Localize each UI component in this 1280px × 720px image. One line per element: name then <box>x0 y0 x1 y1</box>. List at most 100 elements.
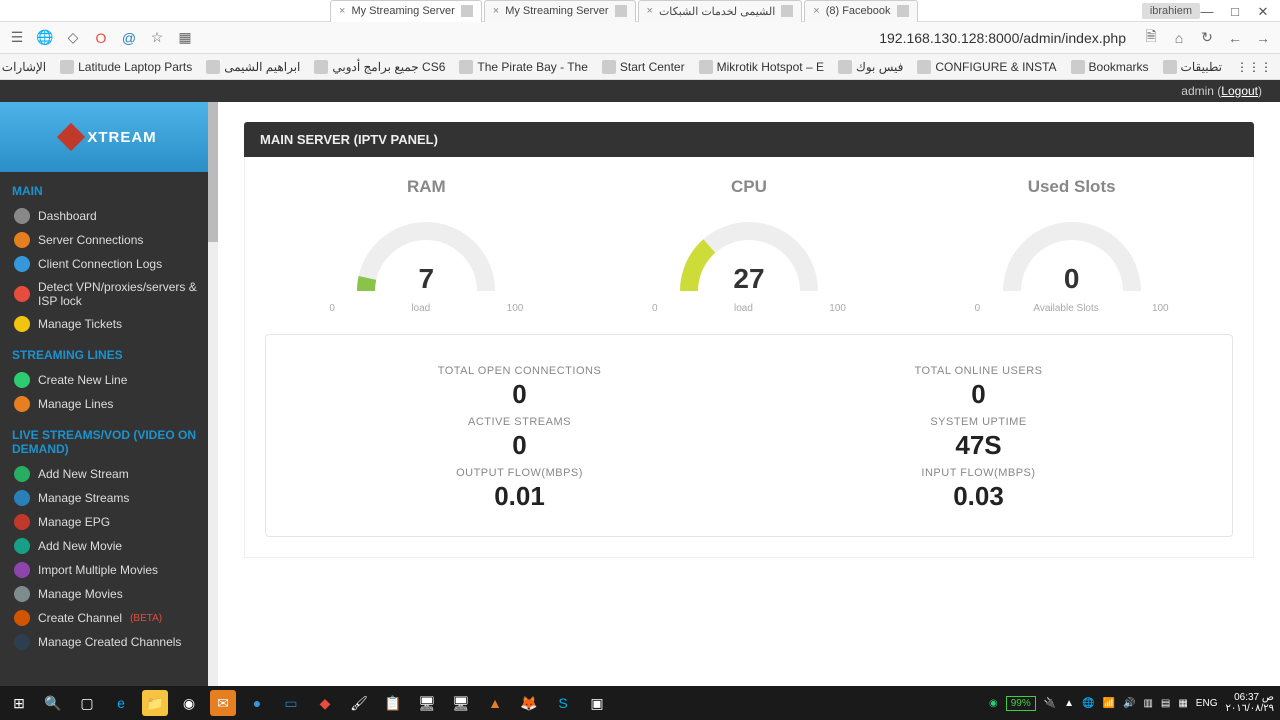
apps-grid-icon[interactable]: ⋮⋮⋮ <box>1236 60 1272 74</box>
bookmark-favicon <box>459 60 473 74</box>
app-icon-1[interactable]: ● <box>244 690 270 716</box>
bookmark-item[interactable]: Mikrotik Hotspot – E <box>699 60 824 74</box>
app-icon-5[interactable]: 📋 <box>380 690 406 716</box>
language-indicator[interactable]: ENG <box>1196 698 1218 709</box>
opera-icon[interactable]: O <box>92 29 110 47</box>
star-icon[interactable]: ☆ <box>148 29 166 47</box>
explorer-icon[interactable]: 📁 <box>142 690 168 716</box>
tray-icon-3[interactable]: ▤ <box>1161 698 1170 709</box>
bookmark-item[interactable]: فيس بوك <box>838 60 903 74</box>
scrollbar-thumb[interactable] <box>208 102 218 242</box>
close-tab-icon[interactable]: × <box>339 5 345 17</box>
sidebar-item[interactable]: Manage Created Channels <box>0 630 218 654</box>
clock[interactable]: 06:37 ص ٢٠١٦/٠٨/٢٩ <box>1225 692 1274 714</box>
sidebar-item[interactable]: Manage Movies <box>0 582 218 606</box>
bookmark-item[interactable]: The Pirate Bay - The <box>459 60 588 74</box>
browser-tab[interactable]: ×My Streaming Server <box>484 0 636 22</box>
sidebar-item-icon <box>14 372 30 388</box>
admin-topbar: admin (Logout) <box>0 80 1280 102</box>
globe-icon[interactable]: 🌐 <box>36 29 54 47</box>
tray-power-icon[interactable]: 🔌 <box>1044 698 1056 709</box>
logo[interactable]: XTREAM <box>0 102 218 172</box>
page-icon[interactable]: 🗎 <box>1142 29 1160 47</box>
bookmark-item[interactable]: Bookmarks <box>1071 60 1149 74</box>
sidebar-item[interactable]: Manage Lines <box>0 392 218 416</box>
gauge-value: 0 <box>992 263 1152 295</box>
gauge-title: RAM <box>301 177 551 197</box>
sidebar-item[interactable]: Detect VPN/proxies/servers & ISP lock <box>0 276 218 312</box>
sidebar-item[interactable]: Client Connection Logs <box>0 252 218 276</box>
main-content: MAIN SERVER (IPTV PANEL) RAM70load100CPU… <box>218 102 1280 686</box>
tray-network-icon[interactable]: 🌐 <box>1082 698 1094 709</box>
gauge-chart: 7 <box>346 211 506 301</box>
sidebar-item-icon <box>14 610 30 626</box>
reload-icon[interactable]: ↻ <box>1198 29 1216 47</box>
sidebar-item[interactable]: Create Channel (BETA) <box>0 606 218 630</box>
task-view-icon[interactable]: ▢ <box>74 690 100 716</box>
bookmark-item[interactable]: جميع برامج أدوبي CS6 <box>314 60 445 74</box>
home-icon[interactable]: ⌂ <box>1170 29 1188 47</box>
bookmark-item[interactable]: Start Center <box>602 60 685 74</box>
close-tab-icon[interactable]: × <box>647 5 653 17</box>
edge-icon[interactable]: e <box>108 690 134 716</box>
browser-tab[interactable]: ×الشيمى لخدمات الشبكات <box>638 0 803 22</box>
search-icon[interactable]: 🔍 <box>40 690 66 716</box>
tray-volume-icon[interactable]: 🔊 <box>1123 698 1135 709</box>
chrome-icon[interactable]: ◉ <box>176 690 202 716</box>
app-icon-4[interactable]: 🖌 <box>346 690 372 716</box>
sidebar-item[interactable]: Add New Stream <box>0 462 218 486</box>
sidebar-item[interactable]: Manage Tickets <box>0 312 218 336</box>
close-button[interactable]: ✕ <box>1256 4 1270 18</box>
logout-link[interactable]: Logout <box>1221 84 1258 98</box>
tray-icon-2[interactable]: ▥ <box>1143 698 1152 709</box>
app-icon-2[interactable]: ▭ <box>278 690 304 716</box>
sidebar-section-title: MAIN <box>0 172 218 204</box>
app-icon-7[interactable]: 🖥 <box>448 690 474 716</box>
sidebar-item[interactable]: Manage EPG <box>0 510 218 534</box>
app-icon-6[interactable]: 🖥 <box>414 690 440 716</box>
at-icon[interactable]: @ <box>120 29 138 47</box>
firefox-icon[interactable]: 🦊 <box>516 690 542 716</box>
bookmark-item[interactable]: Latitude Laptop Parts <box>60 60 192 74</box>
start-button[interactable]: ⊞ <box>6 690 32 716</box>
bookmark-item[interactable]: CONFIGURE & INSTA <box>917 60 1056 74</box>
sidebar-item[interactable]: Manage Streams <box>0 486 218 510</box>
maximize-button[interactable]: □ <box>1228 4 1242 18</box>
window-titlebar: ×My Streaming Server×My Streaming Server… <box>0 0 1280 22</box>
app-icon-8[interactable]: ▣ <box>584 690 610 716</box>
bookmark-item[interactable]: ابراهيم الشيمى <box>206 60 300 74</box>
minimize-button[interactable]: — <box>1200 4 1214 18</box>
stat-value: 47S <box>795 430 1162 461</box>
skype-icon[interactable]: S <box>550 690 576 716</box>
browser-tab[interactable]: ×My Streaming Server <box>330 0 482 22</box>
page-icon <box>781 5 793 17</box>
forward-icon[interactable]: → <box>1254 29 1272 47</box>
sidebar-item[interactable]: Add New Movie <box>0 534 218 558</box>
qr-icon[interactable]: ▦ <box>176 29 194 47</box>
sidebar-item-label: Add New Movie <box>38 539 122 553</box>
tray-wifi-icon[interactable]: 📶 <box>1103 698 1115 709</box>
sidebar-item[interactable]: Create New Line <box>0 368 218 392</box>
vlc-icon[interactable]: ▲ <box>482 690 508 716</box>
sidebar-item[interactable]: Server Connections <box>0 228 218 252</box>
dropbox-icon[interactable]: ◇ <box>64 29 82 47</box>
sidebar-scrollbar[interactable] <box>208 102 218 686</box>
browser-tab[interactable]: ×(8) Facebook <box>804 0 917 22</box>
menu-icon[interactable]: ☰ <box>8 29 26 47</box>
app-icon-3[interactable]: ◆ <box>312 690 338 716</box>
url-bar[interactable]: 192.168.130.128:8000/admin/index.php <box>204 30 1132 46</box>
tray-icon-1[interactable]: ◉ <box>989 698 998 709</box>
back-icon[interactable]: ← <box>1226 29 1244 47</box>
gauge-max: 100 <box>829 303 846 314</box>
tray-icon-4[interactable]: ▦ <box>1178 698 1187 709</box>
tray-arrow-icon[interactable]: ▲ <box>1064 698 1074 709</box>
battery-indicator[interactable]: 99% <box>1006 696 1036 711</box>
gauge-value: 27 <box>669 263 829 295</box>
sidebar-item[interactable]: Import Multiple Movies <box>0 558 218 582</box>
outlook-icon[interactable]: ✉ <box>210 690 236 716</box>
sidebar-item[interactable]: Dashboard <box>0 204 218 228</box>
close-tab-icon[interactable]: × <box>493 5 499 17</box>
bookmark-item[interactable]: الإشارات الأخرى <box>0 60 46 74</box>
bookmark-item[interactable]: تطبيقات <box>1163 60 1222 74</box>
close-tab-icon[interactable]: × <box>813 5 819 17</box>
